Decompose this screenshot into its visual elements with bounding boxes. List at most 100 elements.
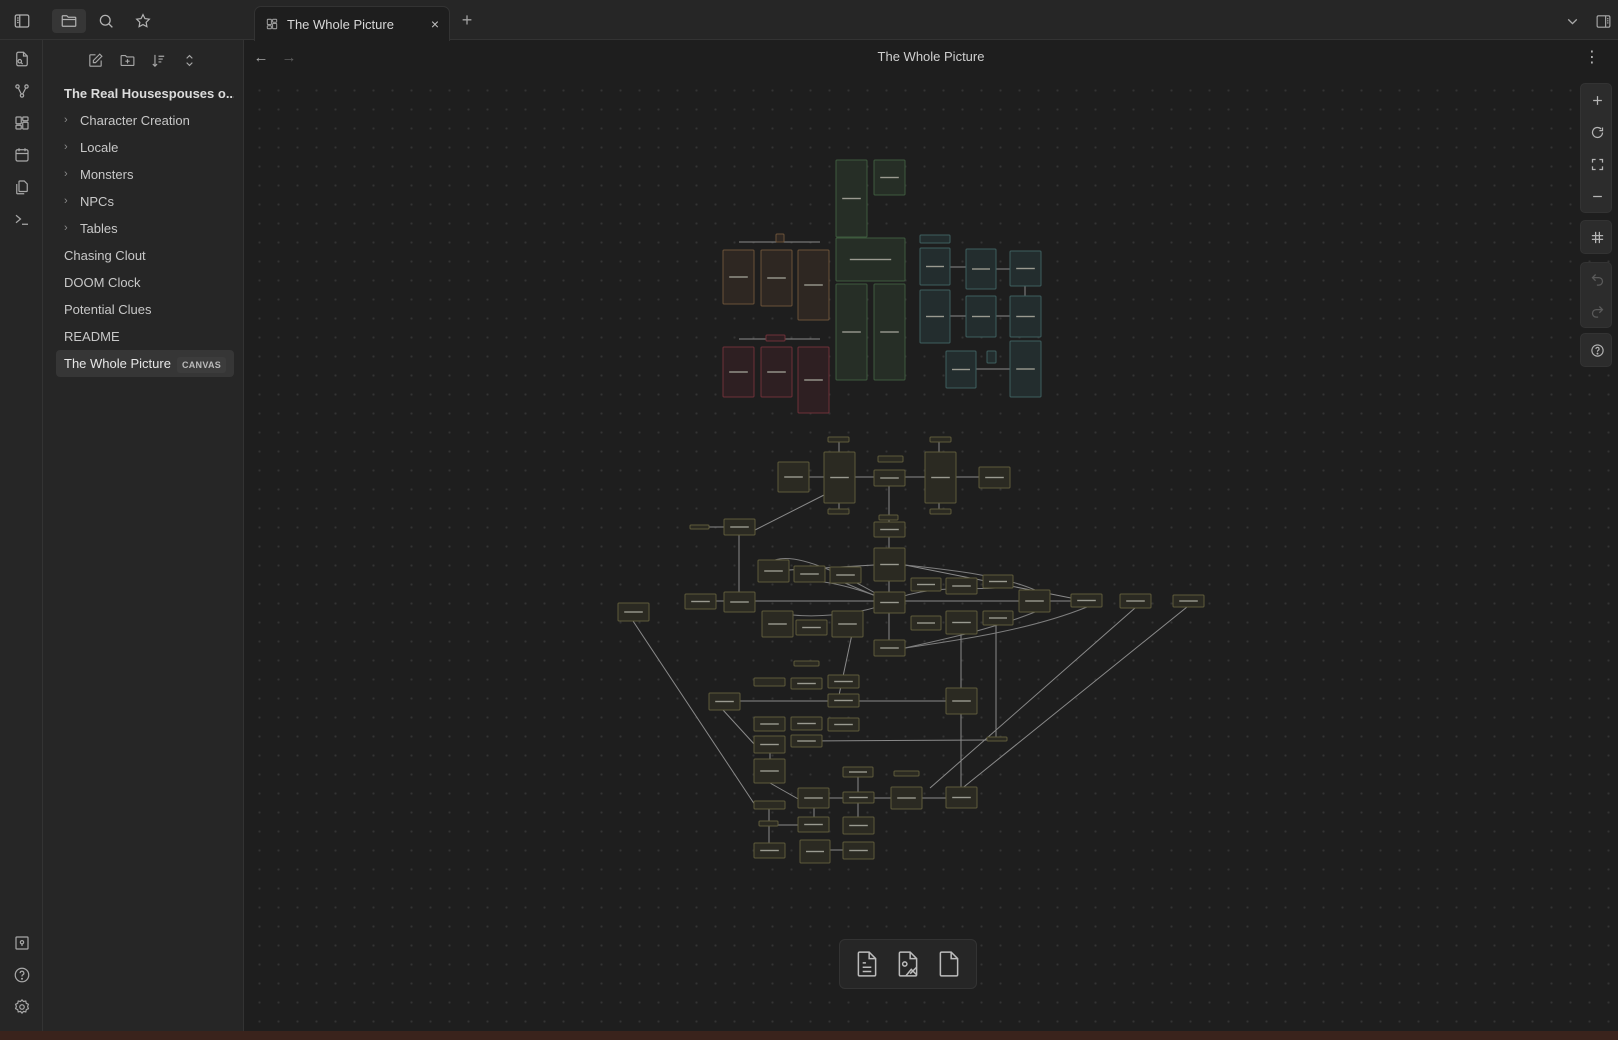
canvas-card[interactable] (793, 660, 820, 667)
canvas-card-text (730, 526, 749, 528)
canvas-card-text (767, 277, 786, 279)
tab-bar: The Whole Picture × + (244, 0, 1618, 41)
canvas-card-text (764, 570, 783, 572)
canvas-card-text (926, 265, 944, 268)
canvas-card-text (952, 368, 970, 371)
canvas-card[interactable] (986, 736, 1008, 742)
canvas-card-text (880, 601, 899, 604)
vault-name[interactable]: The Real Housespouses o... (56, 80, 234, 107)
canvas-card[interactable] (877, 455, 904, 463)
search-in-file-icon[interactable] (11, 48, 33, 70)
canvas-card[interactable] (775, 233, 785, 243)
canvas-card-text (989, 580, 1007, 583)
add-media-icon[interactable] (932, 947, 966, 981)
canvas-edge[interactable] (754, 494, 825, 531)
canvas-edge[interactable] (722, 709, 756, 746)
bookmarks-icon[interactable] (129, 9, 157, 33)
search-icon[interactable] (92, 9, 120, 33)
canvas-card[interactable] (827, 508, 850, 515)
right-sidebar-toggle-icon[interactable] (1593, 11, 1613, 31)
file-readme[interactable]: README (56, 323, 234, 350)
canvas-card-text (880, 563, 899, 566)
terminal-icon[interactable] (11, 208, 33, 230)
graph-view-icon[interactable] (11, 80, 33, 102)
canvas-card-text (760, 770, 779, 772)
new-tab-button[interactable]: + (457, 11, 477, 31)
canvas-edge[interactable] (959, 606, 1188, 791)
canvas-card-text (952, 700, 971, 702)
canvas-badge: CANVAS (176, 356, 227, 373)
vault-icon[interactable] (11, 932, 33, 954)
canvas-card[interactable] (689, 524, 710, 530)
canvas-card[interactable] (753, 800, 786, 810)
undo-icon[interactable] (1581, 263, 1613, 295)
canvas-card-text (804, 379, 823, 381)
add-note-from-vault-icon[interactable] (891, 947, 925, 981)
folder-monsters[interactable]: › Monsters (56, 161, 234, 188)
canvas-card-text (917, 583, 935, 586)
settings-icon[interactable] (11, 996, 33, 1018)
file-potential-clues[interactable]: Potential Clues (56, 296, 234, 323)
canvas-card-text (880, 647, 899, 649)
view-header: ← → The Whole Picture ⋮ (244, 41, 1618, 75)
canvas-card[interactable] (893, 770, 920, 777)
tab-list-chevron-down-icon[interactable] (1562, 11, 1582, 31)
file-chasing-clout[interactable]: Chasing Clout (56, 242, 234, 269)
canvas-card[interactable] (919, 234, 951, 244)
canvas-card-text (1179, 600, 1198, 602)
canvas-card[interactable] (986, 350, 997, 364)
canvas-edge[interactable] (804, 739, 991, 742)
canvas-edge[interactable] (769, 782, 801, 801)
calendar-icon[interactable] (11, 144, 33, 166)
canvas-card[interactable] (758, 820, 779, 827)
canvas-card-text (880, 331, 899, 333)
canvas-card-text (729, 371, 748, 373)
canvas-card-text (715, 700, 734, 703)
sidebar-toggle-icon[interactable] (8, 9, 36, 33)
canvas-card-text (760, 723, 779, 725)
folder-tables[interactable]: › Tables (56, 215, 234, 242)
close-tab-icon[interactable]: × (431, 16, 439, 32)
files-icon[interactable] (52, 9, 86, 33)
file-label: The Whole Picture (64, 356, 171, 371)
reset-zoom-icon[interactable] (1581, 116, 1613, 148)
copy-icon[interactable] (11, 176, 33, 198)
canvas-card[interactable] (827, 436, 850, 443)
canvas-area[interactable] (244, 75, 1618, 1031)
canvas-card-text (985, 476, 1004, 479)
canvas-card[interactable] (929, 508, 952, 515)
new-note-icon[interactable] (83, 48, 107, 72)
more-options-icon[interactable]: ⋮ (1584, 47, 1600, 67)
folder-locale[interactable]: › Locale (56, 134, 234, 161)
canvas-card-text (989, 617, 1007, 619)
file-the-whole-picture[interactable]: The Whole Picture CANVAS (56, 350, 234, 377)
snap-to-grid-icon[interactable] (1581, 221, 1613, 253)
canvas-card-text (691, 600, 710, 603)
zoom-in-icon[interactable] (1581, 84, 1613, 116)
zoom-to-fit-icon[interactable] (1581, 148, 1613, 180)
help-icon[interactable] (11, 964, 33, 986)
sort-icon[interactable] (146, 48, 170, 72)
folder-npcs[interactable]: › NPCs (56, 188, 234, 215)
canvas-card-text (952, 796, 971, 799)
canvas-card[interactable] (765, 334, 786, 342)
new-folder-icon[interactable] (115, 48, 139, 72)
file-doom-clock[interactable]: DOOM Clock (56, 269, 234, 296)
canvas-icon[interactable] (11, 112, 33, 134)
canvas-card-text (806, 850, 824, 853)
canvas-card[interactable] (753, 677, 786, 687)
canvas-card[interactable] (929, 436, 952, 443)
canvas-edge[interactable] (632, 620, 758, 809)
canvas-card-text (838, 623, 857, 625)
canvas-card[interactable] (878, 514, 899, 521)
redo-icon[interactable] (1581, 295, 1613, 327)
canvas-help-icon[interactable] (1581, 334, 1613, 366)
folder-character-creation[interactable]: › Character Creation (56, 107, 234, 134)
view-title[interactable]: The Whole Picture (244, 49, 1618, 64)
zoom-out-icon[interactable] (1581, 180, 1613, 212)
collapse-all-icon[interactable] (177, 48, 201, 72)
canvas-card-text (931, 476, 950, 479)
chevron-right-icon: › (64, 141, 68, 153)
tab-the-whole-picture[interactable]: The Whole Picture × (254, 6, 450, 41)
add-card-icon[interactable] (850, 947, 884, 981)
